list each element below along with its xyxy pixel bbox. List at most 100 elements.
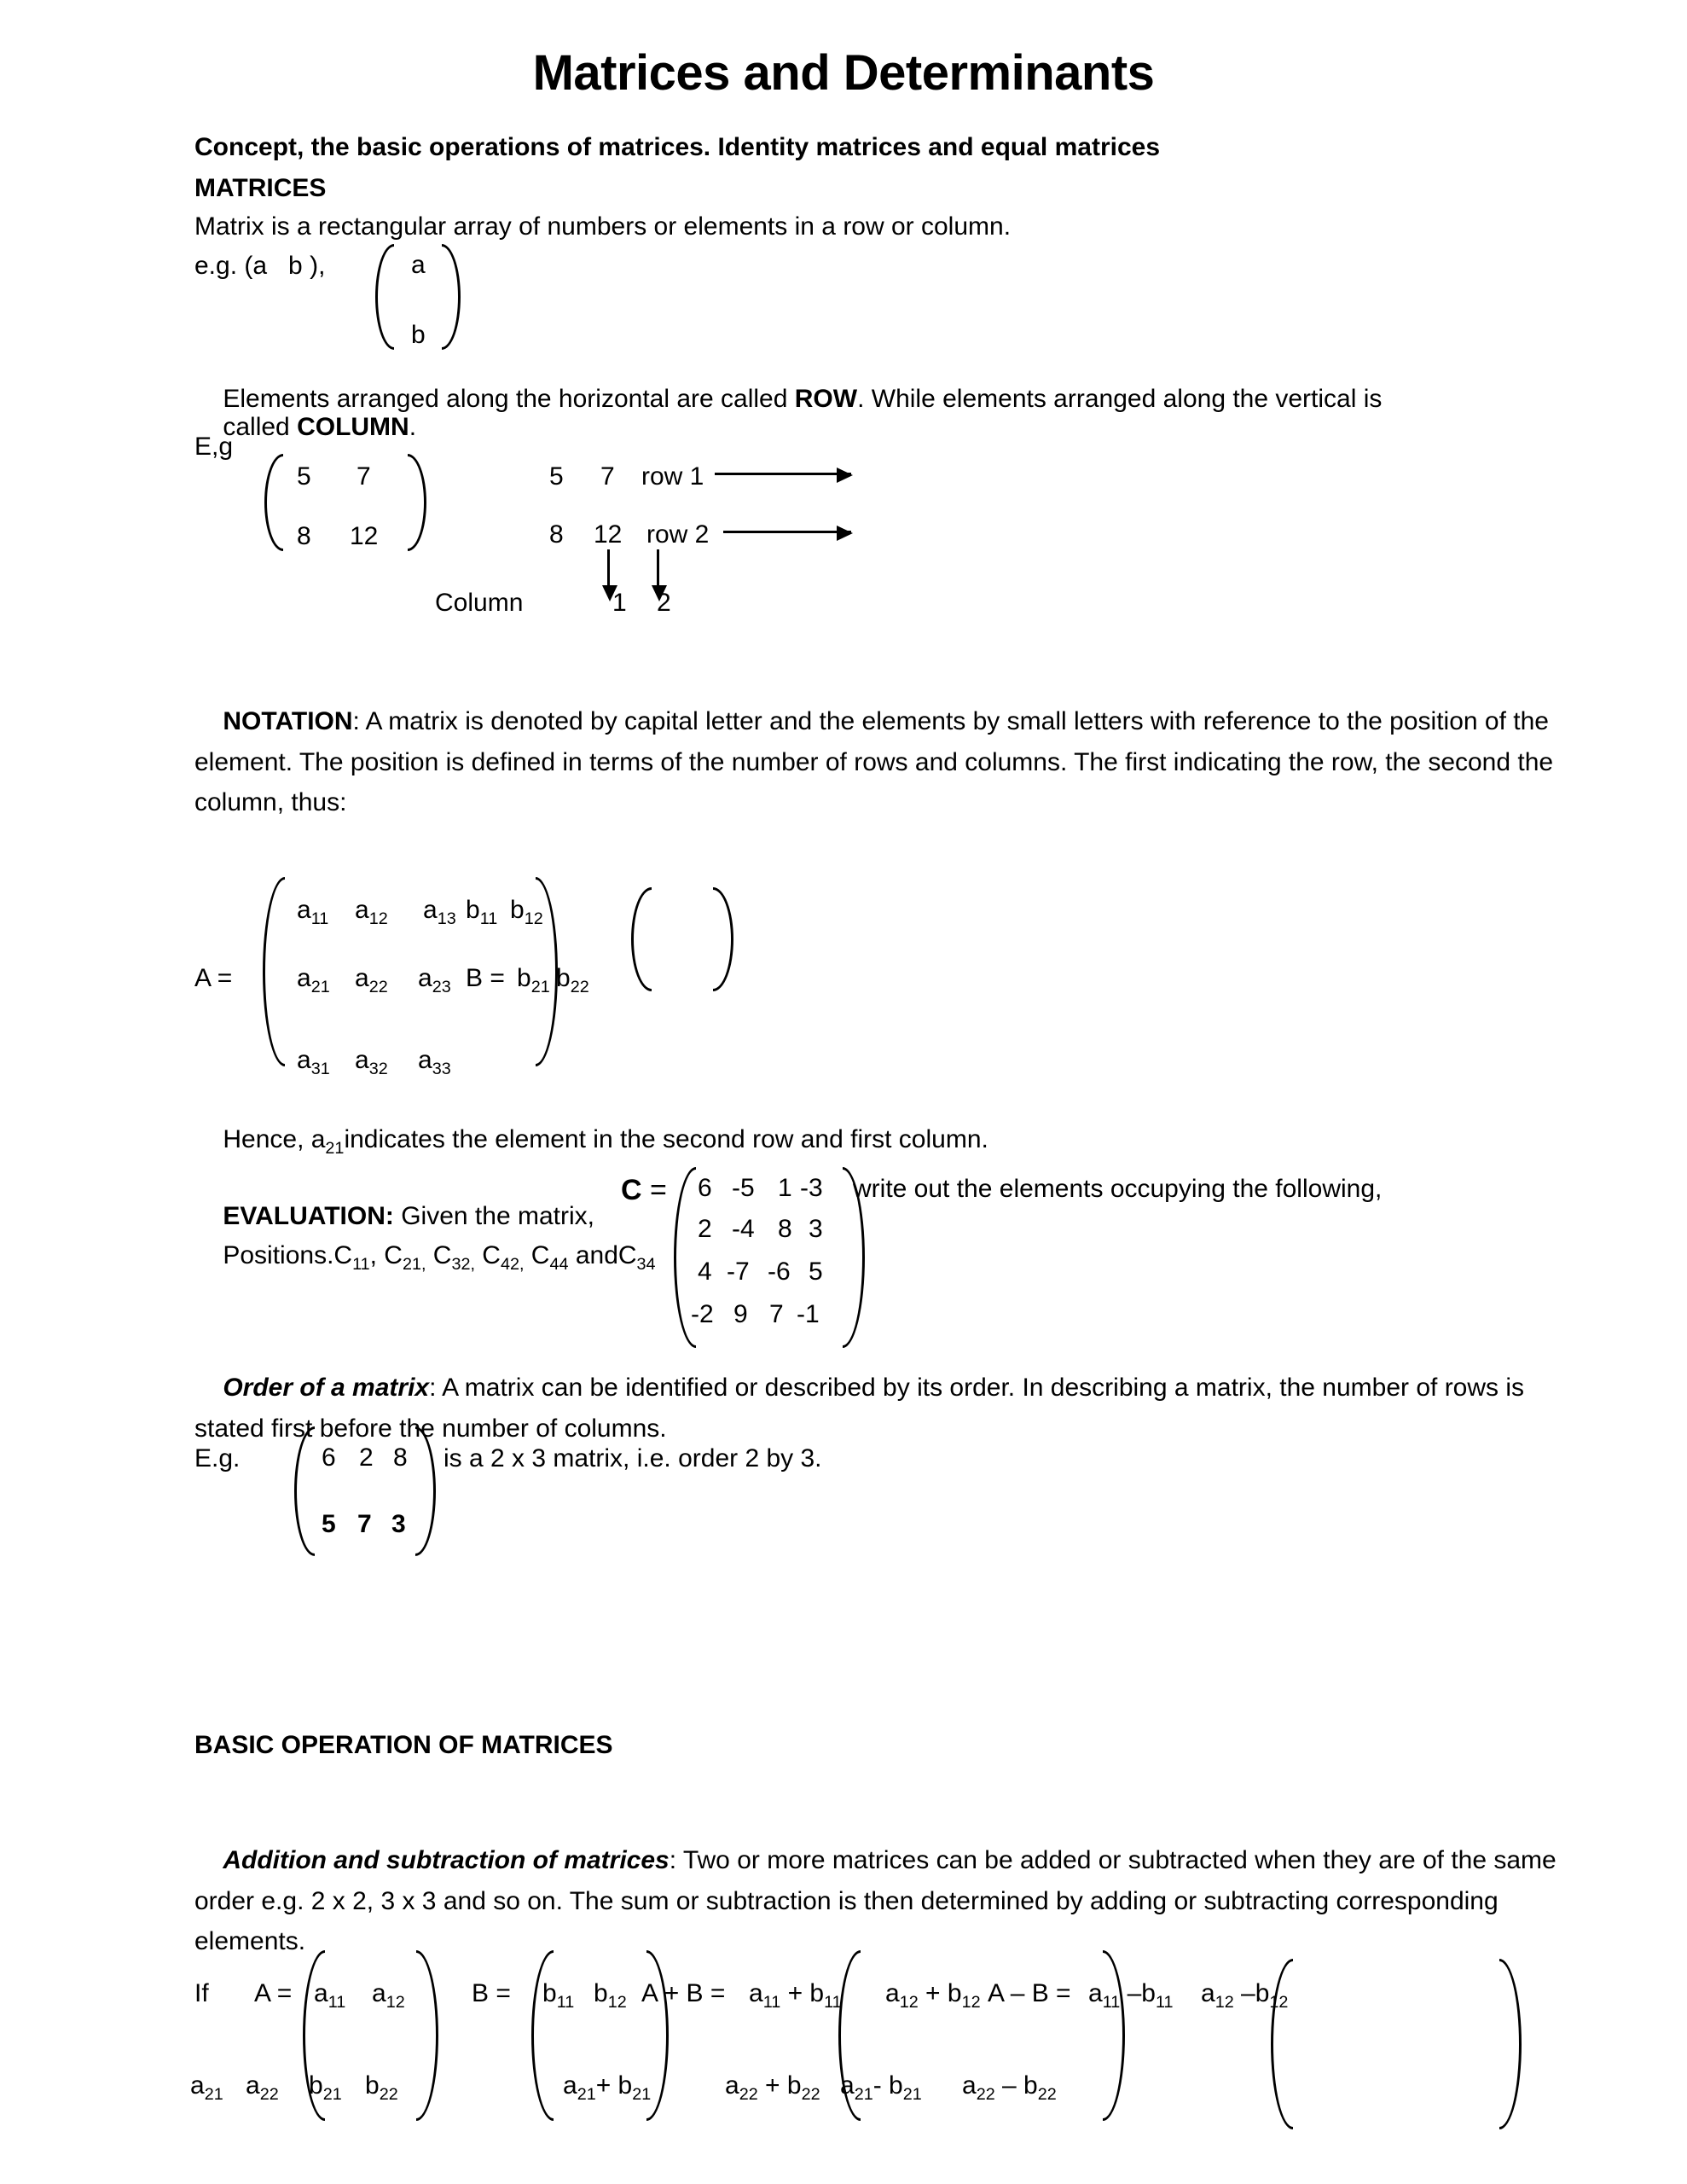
- a22: a22: [355, 964, 388, 996]
- a2-12: a12: [372, 1979, 405, 2012]
- diff-11-sub-a: 11: [1102, 1992, 1121, 2012]
- matrix-c-label: C =: [621, 1174, 667, 1206]
- bracket-right-icon: [416, 1950, 438, 2121]
- a11: a11: [297, 896, 329, 928]
- column1-arrow-icon: [601, 549, 617, 601]
- definition-line: Matrix is a rectangular array of numbers…: [194, 212, 1012, 241]
- result-bracket-left-icon: [1271, 1959, 1293, 2129]
- pos-sub-21: 21,: [402, 1255, 426, 1275]
- notation-heading: NOTATION: [223, 707, 353, 736]
- column-vector-a: a: [411, 251, 426, 279]
- column-number-1: 1: [612, 589, 627, 617]
- diff-11-sub-b: 11: [1155, 1992, 1174, 2012]
- notation-body: : A matrix is denoted by capital letter …: [194, 707, 1561, 817]
- rc-line2-post: .: [409, 412, 417, 441]
- bracket-left-icon: [531, 1950, 554, 2121]
- a32: a32: [355, 1046, 388, 1078]
- sum-22-sub-a: 22: [739, 2084, 758, 2104]
- sum-22-sub-b: 22: [801, 2084, 820, 2104]
- pos-sep-4: C: [524, 1241, 550, 1270]
- pos-sub-11: 11: [352, 1255, 370, 1275]
- a11-sub: 11: [310, 909, 329, 928]
- a2-21: a21: [190, 2071, 223, 2104]
- hence-sub: 21: [325, 1139, 345, 1159]
- a13: a13: [423, 896, 456, 928]
- c-r2c3: 8: [778, 1215, 792, 1243]
- basic-operation-heading: BASIC OPERATION OF MATRICES: [194, 1731, 613, 1759]
- diff-12-sub-a: 12: [1215, 1992, 1234, 2012]
- pos-sep-3: C: [474, 1241, 501, 1270]
- matrix-b2-label: B =: [472, 1979, 511, 2007]
- a23-sub: 23: [432, 977, 451, 996]
- order-example-matrix-group: 6 2 8 5 7 3: [294, 1426, 448, 1561]
- pos-sub-44: 44: [549, 1255, 569, 1275]
- row-column-diagram: 5 7 row 1 8 12 row 2 Column 1 2: [435, 454, 896, 624]
- c-r1c1: 6: [698, 1174, 712, 1202]
- sum-12-sub-a: 12: [899, 1992, 919, 2012]
- matrix-c-letter: C: [621, 1174, 642, 1206]
- oe-r2c3: 3: [391, 1510, 406, 1538]
- oe-r2c1: 5: [322, 1510, 336, 1538]
- a33: a33: [418, 1046, 451, 1078]
- ann-row2-label: row 2: [646, 520, 710, 549]
- row2-arrow-icon: [723, 526, 853, 541]
- a31-sub: 31: [310, 1059, 330, 1078]
- empty-bracket-left-icon: [631, 887, 652, 991]
- pos-sep-1: , C: [369, 1241, 403, 1270]
- oe-r1c2: 2: [359, 1443, 374, 1472]
- c-r1c4: -3: [800, 1174, 823, 1202]
- eg-short-label: E,g: [194, 433, 234, 461]
- b2-11-sub: 11: [556, 1992, 575, 2012]
- c-r3c3: -6: [768, 1258, 791, 1286]
- ann-r2c2: 12: [594, 520, 623, 549]
- b22-sub: 22: [570, 977, 589, 996]
- matrix-a2-label: A =: [254, 1979, 293, 2007]
- b21: b21: [517, 964, 550, 996]
- cell-r2c1: 8: [297, 522, 311, 550]
- a21: a21: [297, 964, 330, 996]
- oe-r1c1: 6: [322, 1443, 336, 1472]
- oe-r2c2: 7: [357, 1510, 372, 1538]
- notation-paragraph: NOTATION: A matrix is denoted by capital…: [194, 661, 1593, 863]
- c-r2c4: 3: [809, 1215, 823, 1243]
- rc-line1-post: . While elements arranged along the vert…: [857, 385, 1383, 414]
- matrix-c-group: 6 -5 1 -3 2 -4 8 3 4 -7 -6 5 -2 9 7 -1: [674, 1167, 878, 1353]
- rc-line2-pre: called: [223, 412, 298, 441]
- matrix-a-label: A =: [194, 964, 233, 992]
- hence-post: indicates the element in the second row …: [344, 1125, 988, 1154]
- document-page: Matrices and Determinants Concept, the b…: [0, 0, 1687, 2184]
- diff-22-sub-b: 22: [1037, 2084, 1057, 2104]
- a23: a23: [418, 964, 451, 996]
- c-r3c2: -7: [727, 1258, 750, 1286]
- a2-22: a22: [246, 2071, 279, 2104]
- example-matrix-group: 5 7 8 12: [264, 454, 435, 560]
- a21-sub: 21: [310, 977, 330, 996]
- c-r4c4: -1: [797, 1300, 820, 1328]
- c-r4c1: -2: [691, 1300, 714, 1328]
- b2-21-sub: 21: [322, 2084, 342, 2104]
- bracket-left-icon: [375, 244, 394, 350]
- b2-11: b11: [542, 1979, 575, 2012]
- b2-21: b21: [309, 2071, 342, 2104]
- hence-pre: Hence, a: [223, 1125, 326, 1154]
- rc-line1-pre: Elements arranged along the horizontal a…: [223, 385, 795, 414]
- rc-row-bold: ROW: [794, 385, 858, 414]
- sum-11-sub-a: 11: [762, 1992, 781, 2012]
- ann-r1c1: 5: [549, 462, 564, 491]
- c-r1c2: -5: [732, 1174, 755, 1202]
- evaluation-positions: Positions.C11, C21, C32, C42, C44 andC34: [194, 1215, 655, 1298]
- a12-sub: 12: [368, 909, 388, 928]
- sum-12: a12 + b12: [885, 1979, 981, 2012]
- ann-r2c1: 8: [549, 520, 564, 549]
- rc-column-bold: COLUMN: [297, 412, 409, 441]
- order-example-caption: is a 2 x 3 matrix, i.e. order 2 by 3.: [443, 1444, 822, 1472]
- subtitle: Concept, the basic operations of matrice…: [194, 133, 1161, 161]
- addsub-heading: Addition and subtraction of matrices: [223, 1846, 670, 1875]
- c-r2c2: -4: [732, 1215, 755, 1243]
- diff-21-sub-a: 21: [854, 2084, 873, 2104]
- page-title: Matrices and Determinants: [532, 45, 1155, 101]
- matrix-b-label: B =: [466, 964, 505, 992]
- sum-12-sub-b: 12: [961, 1992, 981, 2012]
- cell-r1c2: 7: [357, 462, 371, 491]
- b12: b12: [510, 896, 543, 928]
